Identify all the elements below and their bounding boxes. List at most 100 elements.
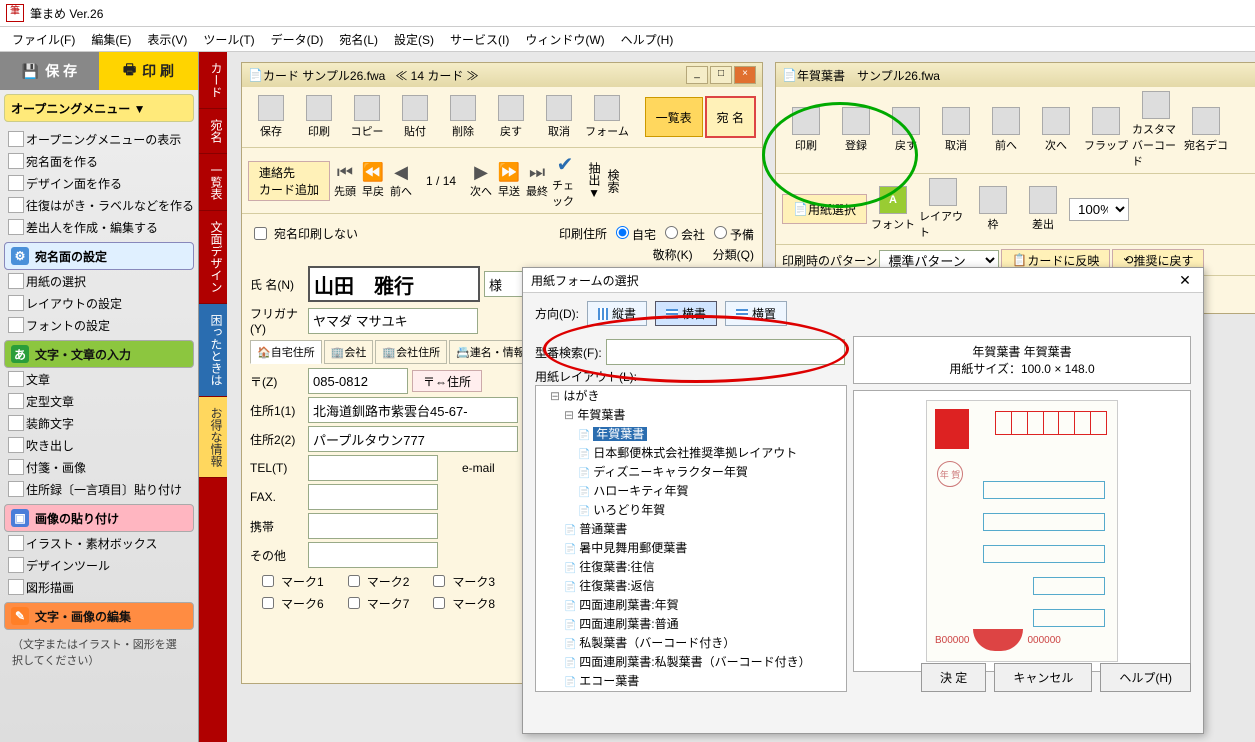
tb-redo[interactable]: 取消 (536, 91, 582, 143)
dialog-close-button[interactable]: ✕ (1175, 272, 1195, 289)
menu-window[interactable]: ウィンドウ(W) (517, 27, 612, 52)
minimize-button[interactable]: _ (686, 66, 708, 84)
tel-input[interactable] (308, 455, 438, 481)
addr2-input[interactable] (308, 426, 518, 452)
tree-item[interactable]: 私製葉書（バーコード付き） (564, 633, 846, 652)
furigana-input[interactable] (308, 308, 478, 334)
r-register[interactable]: 登録 (832, 107, 880, 153)
menu-atena[interactable]: 宛名(L) (331, 27, 386, 52)
tree-hagaki[interactable]: はがき (550, 386, 846, 405)
sidebar-item-shape[interactable]: 図形描画 (4, 576, 194, 598)
tree-item[interactable]: 往復葉書:往信 (564, 557, 846, 576)
tree-envelope[interactable]: 封筒 (550, 690, 846, 692)
search-button[interactable]: 検索 (606, 169, 620, 193)
tab-company-addr[interactable]: 🏢会社住所 (375, 340, 447, 364)
tb-delete[interactable]: 削除 (440, 91, 486, 143)
tree-item[interactable]: 往復葉書:返信 (564, 576, 846, 595)
r-print[interactable]: 印刷 (782, 107, 830, 153)
model-search-input[interactable] (606, 339, 845, 365)
sidebar-item-template[interactable]: 定型文章 (4, 390, 194, 412)
name-view-button[interactable]: 宛 名 (705, 96, 756, 138)
r-barcode[interactable]: カスタマバーコード (1132, 91, 1180, 169)
vtab-info[interactable]: お得な情報 (199, 397, 227, 478)
addr-spare-radio[interactable] (714, 226, 727, 239)
close-button[interactable]: × (734, 66, 756, 84)
sidebar-item-return[interactable]: 往復はがき・ラベルなどを作る (4, 194, 194, 216)
sidebar-head-settings[interactable]: ⚙宛名面の設定 (4, 242, 194, 270)
tree-item[interactable]: エコー葉書 (564, 671, 846, 690)
tb-save[interactable]: 保存 (248, 91, 294, 143)
nav-fastback[interactable]: ⏪早戻 (360, 162, 386, 199)
tree-nenga-folder[interactable]: 年賀葉書 (564, 405, 846, 424)
addr-company-radio[interactable] (665, 226, 678, 239)
help-button[interactable]: ヘルプ(H) (1100, 663, 1191, 692)
tree-item[interactable]: ディズニーキャラクター年賀 (578, 462, 846, 481)
tb-paste[interactable]: 貼付 (392, 91, 438, 143)
sidebar-item-layout[interactable]: レイアウトの設定 (4, 292, 194, 314)
sidebar-item-font[interactable]: フォントの設定 (4, 314, 194, 336)
mark3-checkbox[interactable] (433, 575, 445, 587)
opening-menu-button[interactable]: オープニングメニュー ▼ (4, 94, 194, 122)
tree-nenga-selected[interactable]: 年賀葉書 (593, 427, 647, 441)
mobile-input[interactable] (308, 513, 438, 539)
nav-first[interactable]: ⏮先頭 (332, 162, 358, 199)
dir-vertical-button[interactable]: 縦書 (587, 301, 647, 326)
sidebar-item-illust[interactable]: イラスト・素材ボックス (4, 532, 194, 554)
r-frame[interactable]: 枠 (969, 186, 1017, 232)
tree-item[interactable]: 四面連刷葉書:年賀 (564, 595, 846, 614)
addr-home-radio[interactable] (616, 226, 629, 239)
paper-layout-tree[interactable]: はがき 年賀葉書 年賀葉書 日本郵便株式会社推奨準拠レイアウト ディズニーキャラ… (535, 385, 847, 692)
menu-view[interactable]: 表示(V) (139, 27, 195, 52)
zip-input[interactable] (308, 368, 408, 394)
r-prev[interactable]: 前へ (982, 107, 1030, 153)
add-contact-button[interactable]: 連絡先 カード追加 (248, 161, 330, 201)
tab-home-addr[interactable]: 🏠自宅住所 (250, 340, 322, 364)
save-button[interactable]: 💾 保 存 (0, 52, 99, 90)
mark1-checkbox[interactable] (262, 575, 274, 587)
maximize-button[interactable]: □ (710, 66, 732, 84)
fax-input[interactable] (308, 484, 438, 510)
sidebar-item-deco[interactable]: 装飾文字 (4, 412, 194, 434)
vtab-design[interactable]: 文面デザイン (199, 211, 227, 304)
zoom-select[interactable]: 100% (1069, 198, 1129, 221)
menu-edit[interactable]: 編集(E) (83, 27, 139, 52)
menu-data[interactable]: データ(D) (263, 27, 332, 52)
name-input[interactable] (308, 266, 480, 302)
tb-print[interactable]: 印刷 (296, 91, 342, 143)
no-print-checkbox[interactable] (254, 227, 267, 240)
vtab-card[interactable]: カード (199, 52, 227, 109)
tree-item[interactable]: 四面連刷葉書:私製葉書（バーコード付き） (564, 652, 846, 671)
sidebar-item-design[interactable]: デザイン面を作る (4, 172, 194, 194)
sidebar-item-designtool[interactable]: デザインツール (4, 554, 194, 576)
r-layout[interactable]: レイアウト (919, 178, 967, 240)
dir-landscape-button[interactable]: 横置 (725, 301, 787, 326)
menu-tool[interactable]: ツール(T) (195, 27, 262, 52)
r-deco[interactable]: 宛名デコ (1182, 107, 1230, 153)
tb-copy[interactable]: コピー (344, 91, 390, 143)
other-input[interactable] (308, 542, 438, 568)
sidebar-head-edit[interactable]: ✎文字・画像の編集 (4, 602, 194, 630)
tab-company[interactable]: 🏢会社 (324, 340, 374, 364)
sidebar-item-atena[interactable]: 宛名面を作る (4, 150, 194, 172)
paper-select-button[interactable]: 📄 用紙選択 (782, 194, 867, 224)
vtab-list[interactable]: 一覧表 (199, 154, 227, 211)
sidebar-item-opening[interactable]: オープニングメニューの表示 (4, 128, 194, 150)
sidebar-head-image[interactable]: ▣画像の貼り付け (4, 504, 194, 532)
ok-button[interactable]: 決 定 (921, 663, 986, 692)
mark6-checkbox[interactable] (262, 597, 274, 609)
r-font[interactable]: Aフォント (869, 186, 917, 232)
list-view-button[interactable]: 一覧表 (645, 97, 703, 137)
nav-check[interactable]: ✔チェック (552, 152, 578, 209)
r-sender[interactable]: 差出 (1019, 186, 1067, 232)
zip-convert-button[interactable]: 〒⇔住所 (412, 370, 482, 392)
r-redo[interactable]: 取消 (932, 107, 980, 153)
menu-settings[interactable]: 設定(S) (386, 27, 442, 52)
sidebar-item-balloon[interactable]: 吹き出し (4, 434, 194, 456)
print-button[interactable]: 🖶 印 刷 (99, 52, 198, 90)
nav-fastfwd[interactable]: ⏩早送 (496, 162, 522, 199)
r-undo[interactable]: 戻す (882, 107, 930, 153)
mark7-checkbox[interactable] (348, 597, 360, 609)
tab-joint[interactable]: 📇連名・情報 (449, 340, 532, 364)
tree-item[interactable]: いろどり年賀 (578, 500, 846, 519)
nav-next[interactable]: ▶次へ (468, 162, 494, 199)
